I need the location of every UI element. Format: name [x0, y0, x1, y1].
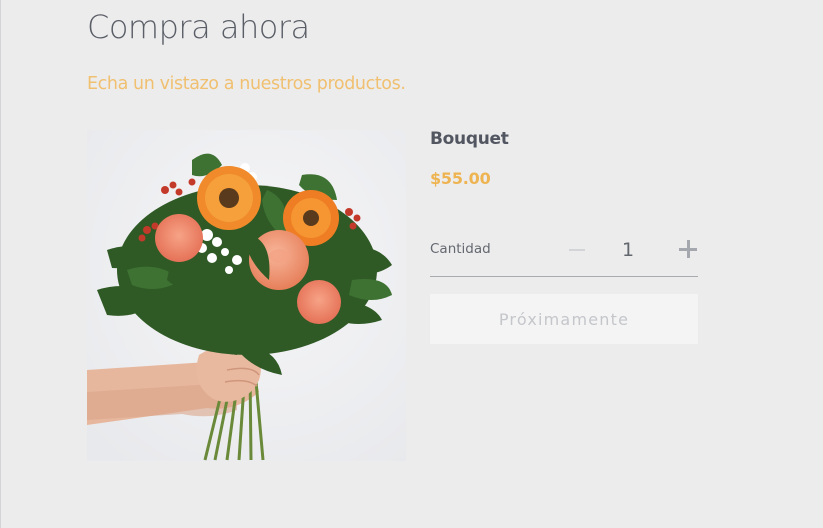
- page-subtitle: Echa un vistazo a nuestros productos.: [87, 74, 406, 94]
- minus-icon[interactable]: [564, 236, 590, 264]
- quantity-label: Cantidad: [430, 241, 491, 257]
- product-price: $55.00: [430, 169, 491, 188]
- quantity-stepper: Cantidad: [430, 232, 698, 277]
- product-name[interactable]: Bouquet: [430, 129, 509, 149]
- page-title: Compra ahora: [87, 8, 310, 46]
- plus-icon[interactable]: [675, 236, 701, 264]
- product-image[interactable]: [87, 130, 406, 461]
- page-left-border: [0, 0, 1, 528]
- quantity-input[interactable]: [608, 236, 648, 264]
- coming-soon-button[interactable]: Próximamente: [430, 294, 698, 344]
- bouquet-photo: [87, 130, 406, 461]
